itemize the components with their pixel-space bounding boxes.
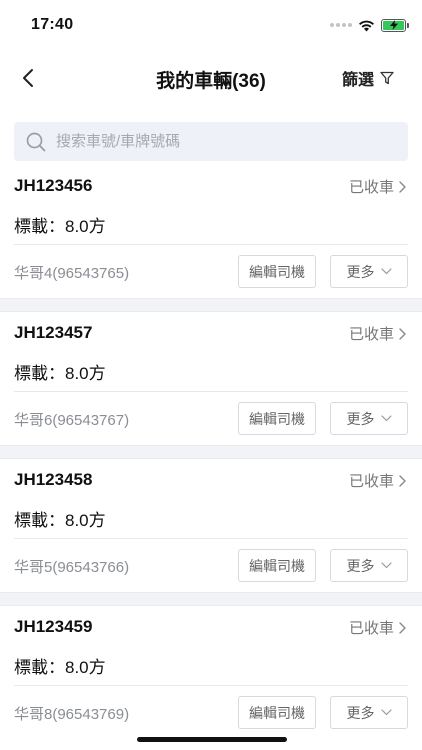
card-separator [0,592,422,606]
card-separator [0,445,422,459]
charging-bolt-icon [390,19,398,30]
search-icon [26,132,46,151]
search-input[interactable] [56,133,376,150]
load-capacity: 標載：8.0方 [14,506,106,531]
load-value: 8.0方 [65,364,106,383]
status-icons [330,17,409,33]
card-divider [14,685,408,686]
more-label: 更多 [346,557,375,574]
cellular-signal-icon [330,23,352,27]
more-button[interactable]: 更多 [330,402,408,435]
load-label: 標載： [14,658,65,677]
filter-funnel-icon [380,71,394,85]
vehicle-card: JH123457 已收車 標載：8.0方 华哥6(96543767) 編輯司機 … [0,312,422,445]
navigation-bar: 我的車輛(36) 篩選 [0,52,422,102]
vehicle-status: 已收車 [348,473,394,490]
vehicle-plate: JH123457 [14,323,93,342]
chevron-left-icon [23,69,33,87]
driver-info: 华哥8(96543769) [14,706,130,723]
edit-driver-button[interactable]: 編輯司機 [238,255,316,288]
driver-info: 华哥6(96543767) [14,412,130,429]
battery-icon [381,18,409,32]
home-indicator [137,737,287,742]
vehicle-status: 已收車 [348,179,394,196]
back-button[interactable] [12,62,44,94]
load-capacity: 標載：8.0方 [14,653,106,678]
edit-driver-button[interactable]: 編輯司機 [238,402,316,435]
more-label: 更多 [346,263,375,280]
driver-info: 华哥5(96543766) [14,559,130,576]
driver-info: 华哥4(96543765) [14,265,130,282]
chevron-down-icon [380,415,392,422]
load-value: 8.0方 [65,658,106,677]
load-capacity: 標載：8.0方 [14,359,106,384]
load-value: 8.0方 [65,511,106,530]
card-divider [14,538,408,539]
more-button[interactable]: 更多 [330,696,408,729]
chevron-right-icon [399,180,406,193]
status-bar: 17:40 [0,0,422,48]
load-capacity: 標載：8.0方 [14,212,106,237]
card-separator [0,298,422,312]
load-label: 標載： [14,511,65,530]
vehicle-card: JH123456 已收車 標載：8.0方 华哥4(96543765) 編輯司機 … [0,165,422,298]
vehicle-status: 已收車 [348,326,394,343]
edit-driver-button[interactable]: 編輯司機 [238,549,316,582]
more-label: 更多 [346,704,375,721]
status-time: 17:40 [31,16,74,33]
vehicle-status-link[interactable]: 已收車 [349,176,406,197]
search-bar [14,122,408,161]
card-divider [14,391,408,392]
more-label: 更多 [346,410,375,427]
card-divider [14,244,408,245]
vehicle-card: JH123459 已收車 標載：8.0方 华哥8(96543769) 編輯司機 … [0,606,422,739]
chevron-down-icon [380,709,392,716]
load-value: 8.0方 [65,217,106,236]
vehicle-status: 已收車 [348,620,394,637]
chevron-down-icon [380,268,392,275]
edit-driver-button[interactable]: 編輯司機 [238,696,316,729]
load-label: 標載： [14,364,65,383]
more-button[interactable]: 更多 [330,255,408,288]
more-button[interactable]: 更多 [330,549,408,582]
vehicle-status-link[interactable]: 已收車 [349,617,406,638]
vehicle-plate: JH123458 [14,470,93,489]
wifi-icon [359,20,374,31]
chevron-right-icon [399,327,406,340]
vehicle-plate: JH123459 [14,617,93,636]
chevron-right-icon [399,621,406,634]
chevron-right-icon [399,474,406,487]
filter-button[interactable]: 篩選 [342,66,394,90]
filter-label: 篩選 [341,72,374,89]
vehicle-status-link[interactable]: 已收車 [349,470,406,491]
chevron-down-icon [380,562,392,569]
vehicle-list: JH123456 已收車 標載：8.0方 华哥4(96543765) 編輯司機 … [0,165,422,739]
vehicle-status-link[interactable]: 已收車 [349,323,406,344]
vehicle-card: JH123458 已收車 標載：8.0方 华哥5(96543766) 編輯司機 … [0,459,422,592]
load-label: 標載： [14,217,65,236]
vehicle-plate: JH123456 [14,176,93,195]
